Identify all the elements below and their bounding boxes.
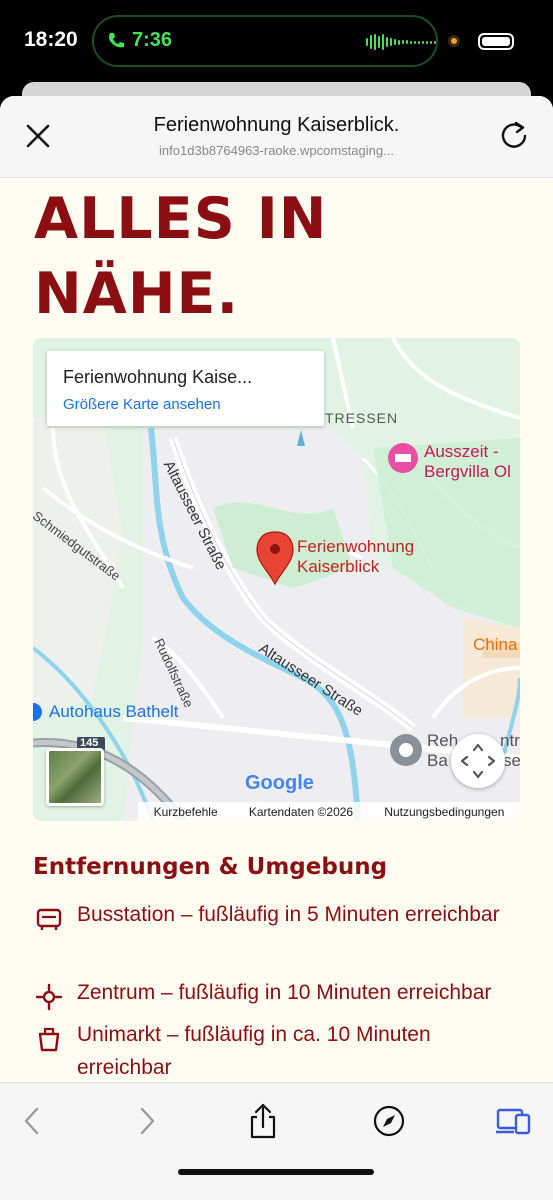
list-item: Zentrum – fußläufig in 10 Minuten erreic… xyxy=(32,976,512,1012)
headline-line-1: ALLES IN xyxy=(34,186,328,252)
satellite-toggle-thumbnail[interactable] xyxy=(46,748,104,806)
page-title: Ferienwohnung Kaiserblick. xyxy=(153,114,400,136)
page-headline: ALLES IN NÄHE. xyxy=(34,182,328,332)
map-label-marker[interactable]: Ferienwohnung Kaiserblick xyxy=(297,537,414,577)
battery-icon xyxy=(478,33,514,50)
call-indicator[interactable]: 7:36 xyxy=(106,29,172,52)
map-shortcuts-link[interactable]: Kurzbefehle xyxy=(154,805,218,819)
map-label-autohaus[interactable]: Autohaus Bathelt xyxy=(49,702,178,722)
map-label-ausszeit-line2: Bergvilla Ol xyxy=(424,462,511,481)
map-place-title: Ferienwohnung Kaise... xyxy=(63,367,253,387)
google-logo: Google xyxy=(245,772,314,794)
reload-icon[interactable] xyxy=(496,118,532,154)
map-pan-control[interactable] xyxy=(451,734,505,788)
list-item-text: Busstation – fußläufig in 5 Minuten erre… xyxy=(77,903,500,926)
map-label-ausszeit[interactable]: Ausszeit - Bergvilla Ol xyxy=(424,442,511,482)
map-data-attribution: Kartendaten ©2026 xyxy=(248,804,354,819)
map-footer-bar: Kurzbefehle Kartendaten ©2026 Nutzungsbe… xyxy=(138,802,520,821)
list-item-text: Zentrum – fußläufig in 10 Minuten erreic… xyxy=(77,981,492,1004)
close-icon[interactable] xyxy=(22,120,54,152)
larger-map-link[interactable]: Größere Karte ansehen xyxy=(63,396,221,413)
embedded-map[interactable]: Ferienwohnung Kaise... Größere Karte ans… xyxy=(33,338,520,821)
list-item: Unimarkt – fußläufig in ca. 10 Minuten e… xyxy=(32,1018,512,1083)
map-label-marker-line2: Kaiserblick xyxy=(297,557,380,576)
microphone-indicator-icon xyxy=(448,35,460,47)
page-content: ALLES IN NÄHE. Ferienwohnung Kaise... Gr… xyxy=(0,178,553,1083)
map-terms-link[interactable]: Nutzungsbedingungen xyxy=(384,805,504,819)
share-icon[interactable] xyxy=(243,1101,283,1141)
map-label-china: China xyxy=(473,635,518,654)
map-label-ausszeit-line1: Ausszeit - xyxy=(424,442,499,461)
browser-navbar: Ferienwohnung Kaiserblick. info1d3b87649… xyxy=(0,96,553,178)
back-icon[interactable] xyxy=(12,1101,52,1141)
list-item-text: Unimarkt – fußläufig in ca. 10 Minuten e… xyxy=(77,1023,431,1079)
call-duration: 7:36 xyxy=(132,29,173,51)
map-label-tressen: TRESSEN xyxy=(325,410,399,426)
map-info-card[interactable]: Ferienwohnung Kaise... Größere Karte ans… xyxy=(47,351,324,426)
browser-toolbar xyxy=(0,1082,553,1200)
headline-line-2: NÄHE. xyxy=(34,261,240,327)
section-title: Entfernungen & Umgebung xyxy=(33,854,388,880)
page-url: info1d3b8764963-raoke.wpcomstaging... xyxy=(159,143,394,158)
dynamic-island[interactable]: 7:36 xyxy=(92,15,438,67)
status-time: 18:20 xyxy=(24,28,78,51)
list-item: Busstation – fußläufig in 5 Minuten erre… xyxy=(32,898,512,968)
map-label-se: se xyxy=(503,751,520,770)
status-bar: 18:20 7:36 xyxy=(0,0,553,90)
devices-icon[interactable] xyxy=(494,1101,534,1141)
bus-icon xyxy=(36,908,62,930)
forward-icon[interactable] xyxy=(127,1101,167,1141)
home-indicator[interactable] xyxy=(178,1169,374,1175)
phone-icon xyxy=(109,32,124,47)
browser-sheet: Ferienwohnung Kaiserblick. info1d3b87649… xyxy=(0,96,553,1200)
center-target-icon xyxy=(35,983,63,1011)
audio-waveform-icon xyxy=(366,34,436,50)
shopping-basket-icon xyxy=(38,1027,60,1052)
map-label-marker-line1: Ferienwohnung xyxy=(297,537,415,556)
compass-safari-icon[interactable] xyxy=(369,1101,409,1141)
move-arrows-icon xyxy=(460,743,496,779)
